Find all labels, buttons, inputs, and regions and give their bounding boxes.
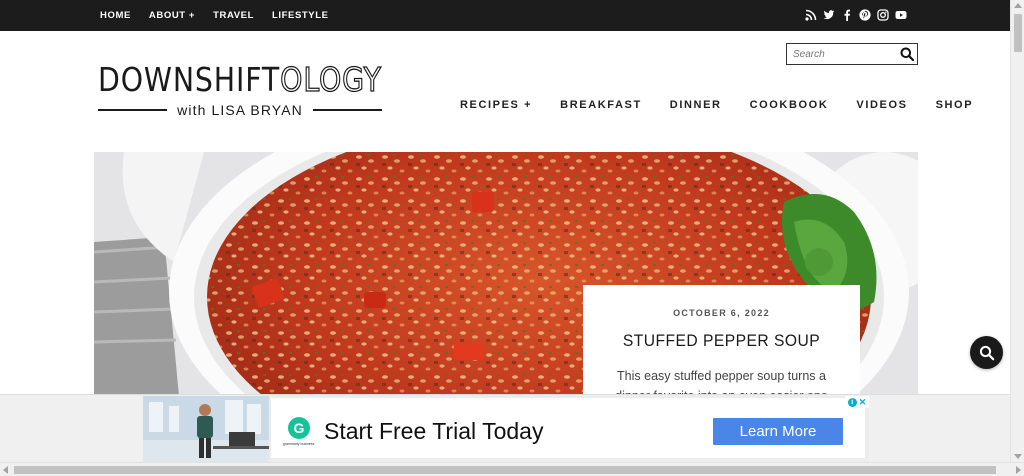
search-icon[interactable] [900, 47, 914, 61]
floating-search-button[interactable] [970, 336, 1003, 369]
grammarly-logo-icon: G [288, 417, 310, 439]
main-nav: RECIPES + BREAKFAST DINNER COOKBOOK VIDE… [460, 99, 973, 111]
instagram-icon[interactable] [877, 8, 889, 21]
scroll-right-arrow-icon[interactable] [1016, 466, 1021, 474]
top-nav: HOME ABOUT + TRAVEL LIFESTYLE [100, 10, 329, 21]
ad-brand-name: grammarly business [283, 442, 315, 446]
youtube-icon[interactable] [895, 8, 907, 21]
rss-icon[interactable] [805, 8, 817, 21]
ad-choices[interactable]: i ✕ [845, 396, 869, 408]
search-input[interactable] [793, 47, 893, 61]
site-logo[interactable]: DOWNSHIFTOLOGY with LISA BRYAN [98, 60, 384, 118]
ad-headline: Start Free Trial Today [324, 418, 544, 444]
top-nav-travel[interactable]: TRAVEL [213, 10, 254, 21]
magnifier-icon [979, 345, 994, 360]
nav-item-dinner[interactable]: DINNER [670, 99, 722, 111]
top-bar: HOME ABOUT + TRAVEL LIFESTYLE [0, 0, 1010, 31]
ad-info-icon[interactable]: i [847, 397, 857, 407]
scroll-left-arrow-icon[interactable] [3, 466, 8, 474]
vertical-scrollbar[interactable] [1010, 0, 1024, 462]
nav-item-cookbook[interactable]: COOKBOOK [750, 99, 829, 111]
nav-item-recipes[interactable]: RECIPES + [460, 99, 532, 111]
ad-close-icon[interactable]: ✕ [859, 397, 867, 407]
ad-panel: G grammarly business Start Free Trial To… [271, 398, 865, 458]
nav-item-breakfast[interactable]: BREAKFAST [560, 99, 642, 111]
social-links [805, 8, 907, 21]
featured-post-card[interactable]: OCTOBER 6, 2022 STUFFED PEPPER SOUP This… [583, 285, 860, 403]
scroll-thumb[interactable] [14, 466, 996, 474]
top-nav-about[interactable]: ABOUT + [149, 10, 195, 21]
logo-wordmark-outline: OLOGY [280, 60, 382, 99]
search-box [786, 43, 918, 65]
pinterest-icon[interactable] [859, 8, 871, 21]
logo-divider [98, 109, 168, 111]
logo-wordmark: DOWNSHIFTOLOGY [98, 60, 382, 99]
post-title[interactable]: STUFFED PEPPER SOUP [594, 331, 849, 351]
logo-subtitle-row: with LISA BRYAN [98, 102, 383, 118]
ad-photo [143, 396, 269, 462]
logo-wordmark-solid: DOWNSHIFT [98, 60, 281, 99]
display-ad[interactable]: G grammarly business Start Free Trial To… [143, 396, 869, 462]
ad-learn-more-button[interactable]: Learn More [713, 418, 843, 445]
horizontal-scrollbar[interactable] [0, 462, 1024, 476]
top-nav-home[interactable]: HOME [100, 10, 131, 21]
scroll-up-arrow-icon[interactable] [1014, 3, 1022, 8]
facebook-icon[interactable] [841, 8, 853, 21]
nav-item-videos[interactable]: VIDEOS [856, 99, 907, 111]
post-date: OCTOBER 6, 2022 [673, 308, 770, 318]
scroll-thumb[interactable] [1014, 14, 1022, 52]
twitter-icon[interactable] [823, 8, 835, 21]
nav-item-shop[interactable]: SHOP [936, 99, 974, 111]
top-nav-lifestyle[interactable]: LIFESTYLE [272, 10, 329, 21]
logo-subtitle: with LISA BRYAN [177, 102, 303, 118]
scroll-down-arrow-icon[interactable] [1014, 454, 1022, 459]
logo-divider [312, 109, 383, 111]
